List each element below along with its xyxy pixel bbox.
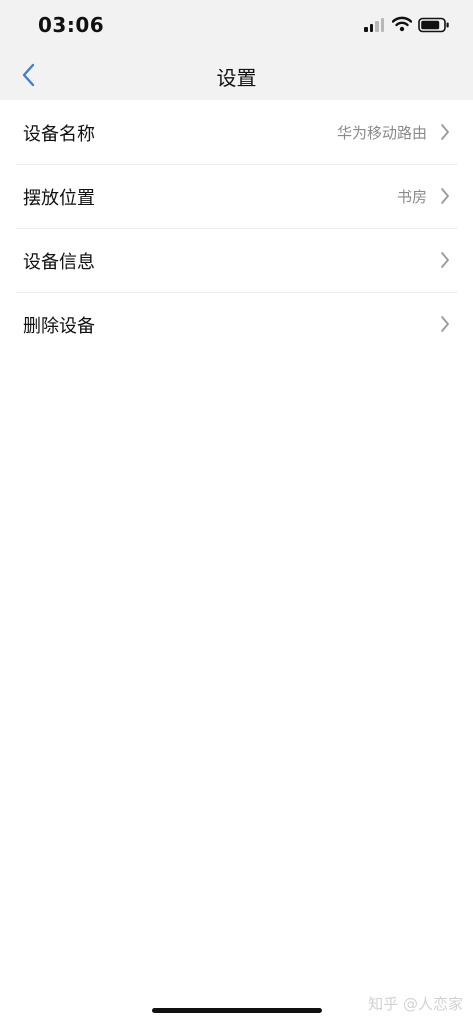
chevron-right-icon — [441, 316, 449, 332]
wifi-icon — [392, 16, 412, 32]
battery-icon — [418, 17, 449, 33]
status-bar: 03:06 — [0, 0, 473, 50]
chevron-right-icon — [441, 124, 449, 140]
settings-row-delete-device[interactable]: 删除设备 — [0, 292, 473, 356]
settings-row-device-info[interactable]: 设备信息 — [0, 228, 473, 292]
settings-list: 设备名称 华为移动路由 摆放位置 书房 设备信息 删除设备 — [0, 100, 473, 356]
status-time: 03:06 — [38, 13, 105, 37]
cellular-signal-icon — [364, 18, 386, 32]
chevron-right-icon — [441, 252, 449, 268]
row-label: 设备名称 — [23, 124, 95, 145]
row-label: 设备信息 — [23, 252, 95, 273]
row-value: 华为移动路由 — [336, 124, 427, 142]
home-indicator[interactable] — [152, 1008, 322, 1013]
page-title: 设置 — [216, 66, 257, 90]
watermark: 知乎 @人恋家 — [368, 995, 463, 1013]
row-value: 书房 — [396, 188, 427, 206]
chevron-right-icon — [441, 188, 449, 204]
row-label: 删除设备 — [23, 316, 95, 337]
settings-row-device-name[interactable]: 设备名称 华为移动路由 — [0, 100, 473, 164]
settings-row-placement[interactable]: 摆放位置 书房 — [0, 164, 473, 228]
row-label: 摆放位置 — [23, 188, 95, 209]
navigation-bar: 设置 — [0, 50, 473, 100]
